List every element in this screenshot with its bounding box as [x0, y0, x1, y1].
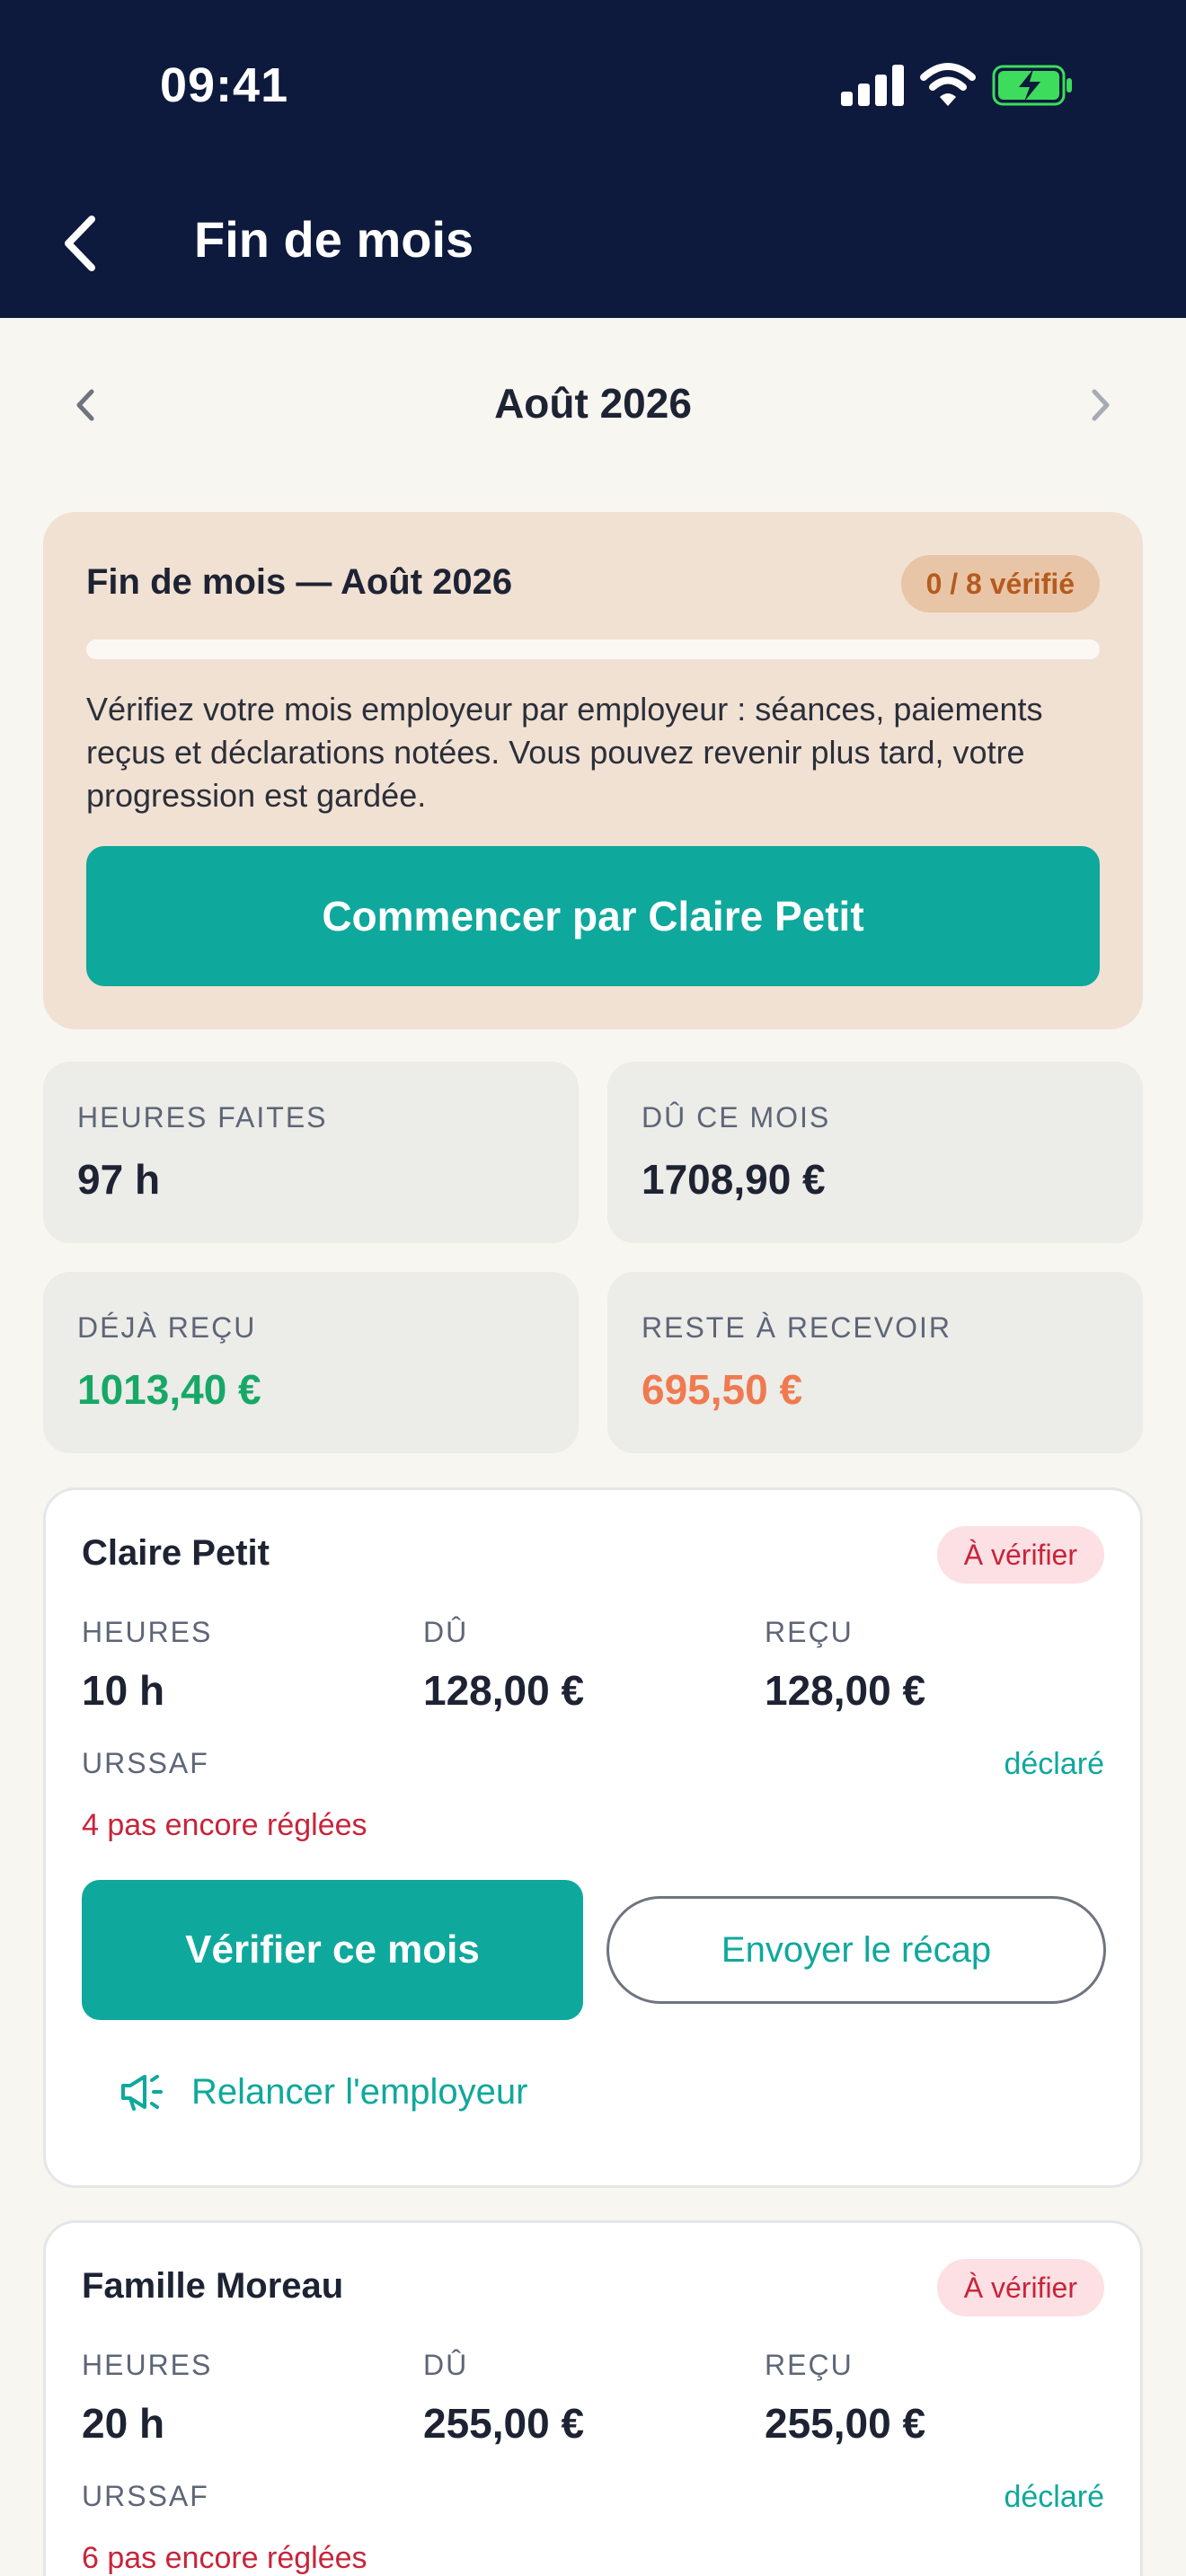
received-value: 128,00 €	[765, 1667, 926, 1714]
hours-value: 20 h	[82, 2400, 165, 2447]
chevron-left-icon	[65, 216, 95, 271]
stat-due-this-month: DÛ CE MOIS 1708,90 €	[607, 1062, 1143, 1243]
urssaf-label: URSSAF	[82, 1747, 209, 1779]
unpaid-sessions: 6 pas encore réglées	[82, 2541, 367, 2575]
received-label: REÇU	[765, 1616, 854, 1648]
start-verification-button[interactable]: Commencer par Claire Petit	[86, 846, 1100, 986]
hours-value: 10 h	[82, 1667, 165, 1714]
urssaf-label: URSSAF	[82, 2480, 209, 2512]
stat-already-received: DÉJÀ REÇU 1013,40 €	[43, 1272, 579, 1453]
signal-icon	[841, 65, 904, 106]
due-label: DÛ	[423, 1616, 469, 1648]
stat-value: 695,50 €	[642, 1366, 803, 1413]
stat-label: DÉJÀ REÇU	[77, 1311, 257, 1344]
summary-title: Fin de mois — Août 2026	[86, 562, 513, 602]
verification-count-badge: 0 / 8 vérifié	[900, 555, 1100, 613]
hours-label: HEURES	[82, 1616, 213, 1648]
stat-remaining: RESTE À RECEVOIR 695,50 €	[607, 1272, 1143, 1453]
stat-hours-done: HEURES FAITES 97 h	[43, 1062, 579, 1243]
month-summary-card: Fin de mois — Août 2026 0 / 8 vérifié Vé…	[43, 512, 1143, 1029]
month-label: Août 2026	[494, 380, 692, 427]
employer-card: Famille Moreau À vérifier HEURES DÛ REÇU…	[43, 2220, 1143, 2576]
chevron-right-icon	[1092, 389, 1110, 421]
app-header: 09:41 Fin de mois	[0, 0, 1186, 318]
urssaf-status: déclaré	[1004, 2480, 1104, 2514]
due-label: DÛ	[423, 2349, 469, 2381]
wifi-icon	[920, 63, 976, 106]
due-value: 255,00 €	[423, 2400, 585, 2447]
megaphone-icon	[121, 2075, 163, 2111]
verification-progress-bar	[86, 640, 1100, 659]
hours-label: HEURES	[82, 2349, 213, 2381]
month-navigator: Août 2026	[0, 368, 1186, 440]
employer-card: Claire Petit À vérifier HEURES DÛ REÇU 1…	[43, 1487, 1143, 2188]
status-badge: À vérifier	[936, 1526, 1104, 1584]
urssaf-status: déclaré	[1004, 1747, 1104, 1781]
status-time: 09:41	[160, 58, 289, 112]
send-recap-button[interactable]: Envoyer le récap	[606, 1896, 1106, 2004]
stat-label: RESTE À RECEVOIR	[642, 1311, 951, 1344]
summary-description: Vérifiez votre mois employeur par employ…	[86, 691, 1043, 814]
stat-label: DÛ CE MOIS	[642, 1101, 831, 1134]
employer-name: Claire Petit	[82, 1533, 270, 1573]
remind-employer-button[interactable]: Relancer l'employeur	[118, 2065, 527, 2119]
back-button[interactable]	[54, 212, 108, 275]
due-value: 128,00 €	[423, 1667, 585, 1714]
remind-employer-label: Relancer l'employeur	[191, 2071, 528, 2112]
stat-value: 97 h	[77, 1156, 161, 1203]
next-month-button[interactable]	[1084, 384, 1116, 426]
status-badge: À vérifier	[936, 2259, 1104, 2316]
received-label: REÇU	[765, 2349, 854, 2381]
stat-value: 1013,40 €	[77, 1366, 261, 1413]
employer-name: Famille Moreau	[82, 2266, 344, 2306]
page-title: Fin de mois	[194, 211, 474, 268]
verify-month-button[interactable]: Vérifier ce mois	[82, 1880, 583, 2020]
stat-label: HEURES FAITES	[77, 1101, 328, 1134]
received-value: 255,00 €	[765, 2400, 926, 2447]
unpaid-sessions: 4 pas encore réglées	[82, 1808, 367, 1842]
battery-charging-icon	[992, 65, 1072, 106]
stat-value: 1708,90 €	[642, 1156, 826, 1203]
